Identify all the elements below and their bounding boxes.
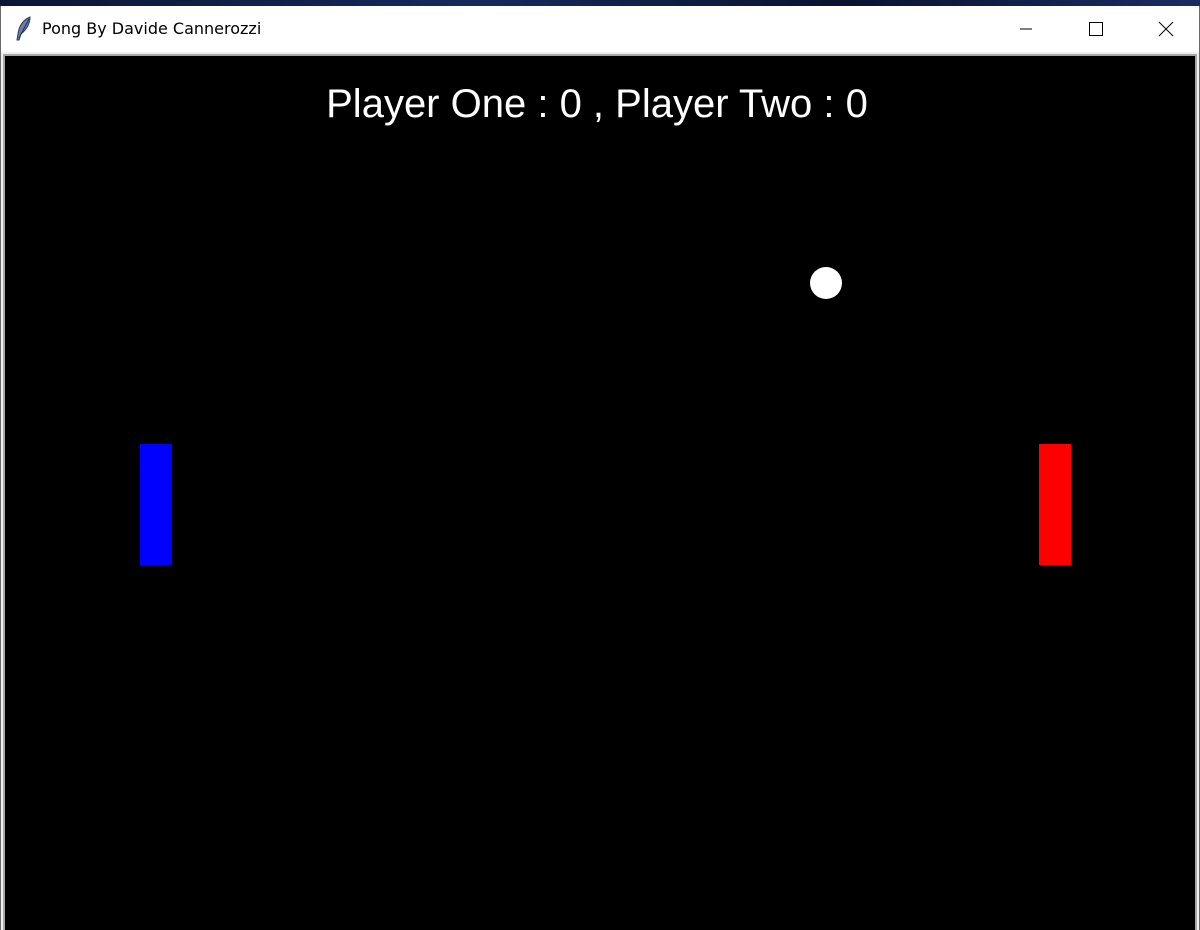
game-canvas[interactable]: Player One : 0 , Player Two : 0 [3, 54, 1197, 930]
title-bar[interactable]: Pong By Davide Cannerozzi [1, 6, 1199, 52]
app-window: Pong By Davide Cannerozzi Player One : 0… [0, 6, 1200, 930]
close-icon [1158, 21, 1174, 37]
maximize-button[interactable] [1061, 6, 1131, 52]
player-two-paddle [1039, 444, 1071, 565]
window-title: Pong By Davide Cannerozzi [42, 19, 262, 38]
player-one-paddle [140, 444, 172, 565]
maximize-icon [1088, 21, 1104, 37]
minimize-icon [1018, 21, 1034, 37]
feather-icon [14, 16, 34, 42]
ball [810, 267, 842, 299]
close-button[interactable] [1131, 6, 1200, 52]
score-display: Player One : 0 , Player Two : 0 [326, 82, 868, 126]
minimize-button[interactable] [991, 6, 1061, 52]
